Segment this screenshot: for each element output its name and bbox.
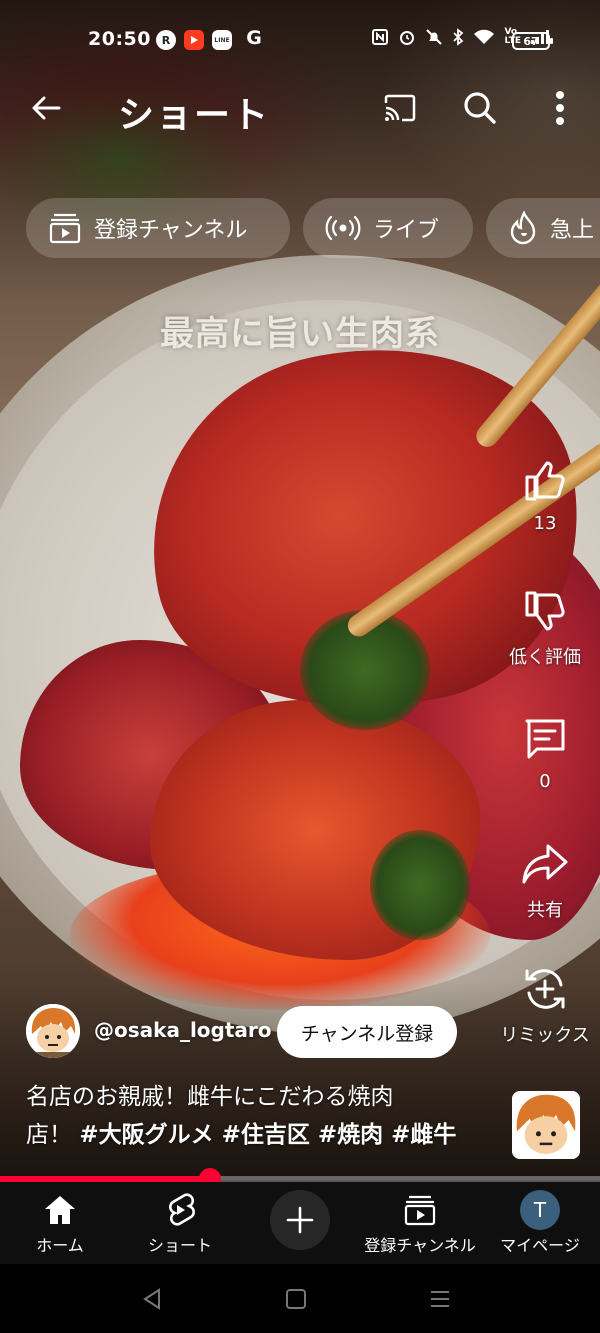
cast-button[interactable] — [378, 86, 422, 130]
profile-avatar: T — [520, 1190, 560, 1230]
share-label: 共有 — [527, 900, 563, 921]
rakuten-app-icon: R — [156, 30, 176, 50]
nav-label: 登録チャンネル — [364, 1236, 476, 1255]
share-button[interactable]: 共有 — [490, 838, 600, 922]
plus-icon — [286, 1206, 314, 1234]
chip-subscriptions[interactable]: 登録チャンネル — [26, 198, 290, 258]
home-icon — [45, 1196, 75, 1224]
comment-button[interactable]: 0 — [490, 713, 600, 792]
thumbs-down-icon — [525, 591, 565, 631]
comment-count: 0 — [539, 771, 551, 792]
live-icon — [325, 215, 361, 241]
cartoon-avatar-icon — [26, 1004, 80, 1058]
comment-icon — [525, 719, 565, 759]
more-options-button[interactable] — [538, 86, 582, 130]
youtube-app-icon — [184, 30, 204, 50]
nav-subscriptions[interactable]: 登録チャンネル — [360, 1190, 480, 1256]
description-text: 店！ — [26, 1122, 72, 1148]
arrow-left-icon — [32, 96, 61, 120]
remix-label: リミックス — [500, 1025, 590, 1046]
description-line: 店！ #大阪グルメ #住吉区 #焼肉 #雌牛 — [26, 1116, 496, 1154]
triangle-back-icon — [143, 1288, 160, 1310]
search-button[interactable] — [458, 86, 502, 130]
google-app-icon: G — [246, 27, 262, 49]
line-app-icon: LINE — [212, 30, 232, 50]
channel-handle[interactable]: @osaka_logtaro — [94, 1018, 272, 1042]
dislike-button[interactable]: 低く評価 — [490, 585, 600, 669]
status-time: 20:50 — [88, 28, 151, 50]
alarm-icon — [398, 28, 416, 46]
nav-home[interactable]: ホーム — [0, 1190, 120, 1256]
like-count: 13 — [533, 513, 557, 534]
description-line: 名店のお親戚！雌牛にこだわる焼肉 — [26, 1084, 394, 1110]
chip-trending[interactable]: 急上 — [486, 198, 600, 258]
filter-chips: 登録チャンネル ライブ 急上 — [0, 198, 600, 260]
nav-label: マイページ — [500, 1236, 580, 1255]
like-button[interactable]: 13 — [490, 455, 600, 534]
status-bar: 20:50 R LINE G Vo LTE 67 — [0, 22, 600, 60]
more-vertical-icon — [556, 91, 564, 125]
channel-avatar[interactable] — [26, 1004, 80, 1058]
dislike-label: 低く評価 — [509, 647, 581, 668]
remix-icon — [525, 969, 565, 1009]
battery-indicator: 67 — [512, 32, 553, 50]
trending-icon — [510, 211, 536, 245]
shorts-icon — [169, 1193, 195, 1226]
wifi-icon — [473, 29, 495, 45]
thumbs-up-icon — [525, 461, 565, 501]
bottom-navigation: ホーム ショート 登録チャンネル T マイページ — [0, 1182, 600, 1264]
cast-icon — [384, 94, 416, 122]
video-description[interactable]: 名店のお親戚！雌牛にこだわる焼肉 店！ #大阪グルメ #住吉区 #焼肉 #雌牛 — [26, 1078, 496, 1154]
cartoon-avatar-icon — [512, 1091, 580, 1159]
nav-create[interactable] — [240, 1190, 360, 1250]
bluetooth-icon — [452, 28, 464, 46]
square-home-icon — [286, 1289, 306, 1309]
create-button[interactable] — [270, 1190, 330, 1250]
video-overlay-caption: 最高に旨い生肉系 — [160, 314, 440, 354]
nfc-icon — [371, 28, 389, 46]
system-navigation-bar — [0, 1264, 600, 1333]
page-title: ショート — [118, 95, 271, 136]
nav-label: ホーム — [36, 1236, 84, 1255]
nav-you[interactable]: T マイページ — [480, 1190, 600, 1256]
system-home-button[interactable] — [276, 1284, 316, 1314]
chip-label: ライブ — [373, 218, 440, 243]
chip-label: 急上 — [550, 218, 595, 243]
system-back-button[interactable] — [132, 1284, 172, 1314]
subscribe-button[interactable]: チャンネル登録 — [277, 1006, 457, 1058]
chip-label: 登録チャンネル — [94, 218, 248, 243]
hashtags[interactable]: #大阪グルメ #住吉区 #焼肉 #雌牛 — [79, 1122, 456, 1148]
sound-thumbnail[interactable] — [512, 1091, 580, 1159]
menu-lines-icon — [431, 1291, 449, 1307]
subscriptions-icon — [404, 1195, 436, 1226]
nav-label: ショート — [147, 1236, 212, 1255]
share-icon — [522, 844, 568, 884]
mute-icon — [425, 28, 443, 46]
remix-button[interactable]: リミックス — [490, 963, 600, 1047]
system-recents-button[interactable] — [420, 1284, 460, 1314]
subscriptions-icon — [49, 213, 81, 244]
herb — [370, 830, 470, 940]
chip-live[interactable]: ライブ — [303, 198, 473, 258]
nav-shorts[interactable]: ショート — [120, 1190, 240, 1256]
channel-row: @osaka_logtaro チャンネル登録 — [26, 1004, 476, 1060]
app-header: ショート — [0, 78, 600, 138]
back-button[interactable] — [24, 86, 68, 130]
search-icon — [464, 92, 496, 124]
